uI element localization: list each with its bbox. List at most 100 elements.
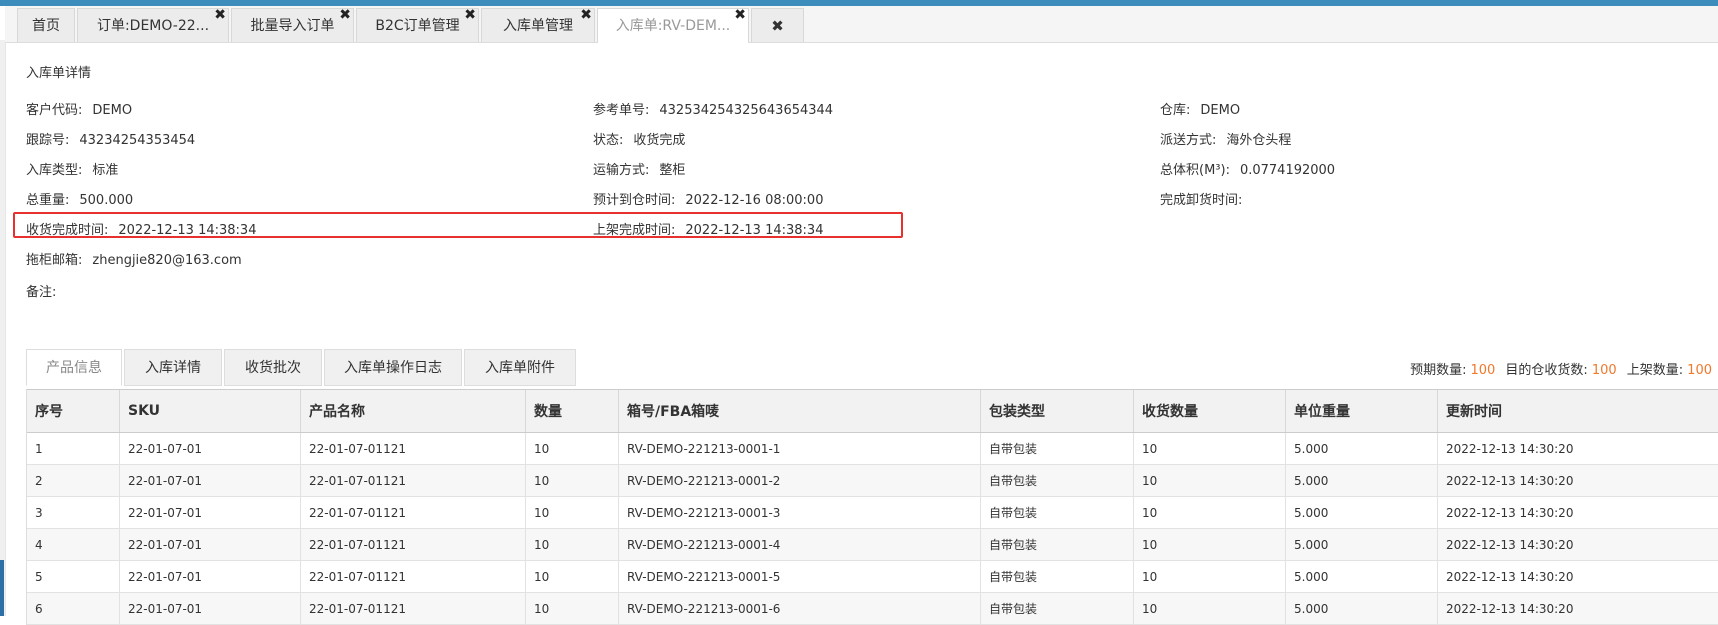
tab-attachments[interactable]: 入库单附件 [464,349,576,386]
field-label: 备注: [26,285,57,300]
field-remark: 备注: [26,281,66,300]
cell-product-name: 22-01-07-01121 [301,529,526,560]
field-warehouse: 仓库: DEMO [1160,99,1240,118]
cell-product-name: 22-01-07-01121 [301,465,526,496]
left-sidebar-marker [0,560,4,616]
field-value: DEMO [1200,103,1241,118]
table-row[interactable]: 2 22-01-07-01 22-01-07-01121 10 RV-DEMO-… [27,465,1718,497]
field-value: zhengjie820@163.com [92,253,242,268]
expected-qty-label: 预期数量: [1410,363,1467,378]
cell-index: 2 [27,465,120,496]
field-inbound-type: 入库类型: 标准 [26,159,118,178]
cell-sku: 22-01-07-01 [120,433,301,464]
cell-sku: 22-01-07-01 [120,529,301,560]
close-icon[interactable]: ✖ [464,9,476,32]
field-unload-complete-time: 完成卸货时间: [1160,189,1252,208]
column-header[interactable]: 箱号/FBA箱唛 [619,390,981,432]
tab-receive-batches[interactable]: 收货批次 [224,349,322,386]
field-label: 总重量: [26,193,70,208]
field-label: 完成卸货时间: [1160,193,1243,208]
received-qty-value: 100 [1591,363,1617,378]
field-value: 0.0774192000 [1239,163,1336,178]
table-row[interactable]: 5 22-01-07-01 22-01-07-01121 10 RV-DEMO-… [27,561,1718,593]
cell-unit-weight: 5.000 [1286,497,1438,528]
cell-sku: 22-01-07-01 [120,465,301,496]
field-value: DEMO [92,103,133,118]
field-label: 客户代码: [26,103,83,118]
table-row[interactable]: 1 22-01-07-01 22-01-07-01121 10 RV-DEMO-… [27,433,1718,465]
cell-quantity: 10 [526,433,619,464]
column-header[interactable]: 数量 [526,390,619,432]
cell-received-qty: 10 [1134,433,1286,464]
cell-index: 1 [27,433,120,464]
cell-updated-time: 2022-12-13 14:30:20 [1438,433,1718,464]
table-header-row: 序号 SKU 产品名称 数量 箱号/FBA箱唛 包装类型 收货数量 单位重量 更… [27,390,1718,433]
quantity-summary: 预期数量: 100 目的仓收货数: 100 上架数量: 100 [1410,359,1718,378]
table-row[interactable]: 3 22-01-07-01 22-01-07-01121 10 RV-DEMO-… [27,497,1718,529]
close-all-icon: ✖ [771,17,784,35]
cell-package-type: 自带包装 [981,465,1134,496]
field-value: 2022-12-16 08:00:00 [685,193,824,208]
table-row[interactable]: 6 22-01-07-01 22-01-07-01121 10 RV-DEMO-… [27,593,1718,625]
close-icon[interactable]: ✖ [214,9,226,32]
field-delivery-method: 派送方式: 海外仓头程 [1160,129,1291,148]
highlight-box [13,212,903,238]
cell-sku: 22-01-07-01 [120,593,301,624]
field-reference-no: 参考单号: 432534254325643654344 [593,99,833,118]
tab-label: B2C订单管理 [375,18,460,34]
cell-index: 3 [27,497,120,528]
tab-home[interactable]: 首页 [17,8,75,42]
cell-index: 6 [27,593,120,624]
cell-received-qty: 10 [1134,529,1286,560]
tab-inbound-details[interactable]: 入库详情 [124,349,222,386]
tab-batch-import-orders[interactable]: 批量导入订单 ✖ [231,8,354,42]
cell-box-no: RV-DEMO-221213-0001-5 [619,561,981,592]
cell-quantity: 10 [526,561,619,592]
close-icon[interactable]: ✖ [734,9,746,32]
field-value: 432534254325643654344 [659,103,834,118]
field-label: 入库类型: [26,163,83,178]
column-header[interactable]: 更新时间 [1438,390,1718,432]
cell-quantity: 10 [526,465,619,496]
received-qty-label: 目的仓收货数: [1505,363,1588,378]
cell-box-no: RV-DEMO-221213-0001-3 [619,497,981,528]
cell-package-type: 自带包装 [981,497,1134,528]
field-label: 参考单号: [593,103,650,118]
cell-package-type: 自带包装 [981,561,1134,592]
cell-quantity: 10 [526,593,619,624]
column-header[interactable]: 包装类型 [981,390,1134,432]
shelved-qty-value: 100 [1687,363,1712,378]
cell-unit-weight: 5.000 [1286,561,1438,592]
cell-unit-weight: 5.000 [1286,593,1438,624]
close-icon[interactable]: ✖ [339,9,351,32]
column-header[interactable]: 序号 [27,390,120,432]
close-icon[interactable]: ✖ [580,9,592,32]
tab-b2c-order-management[interactable]: B2C订单管理 ✖ [356,8,479,42]
field-value: 500.000 [79,193,134,208]
cell-unit-weight: 5.000 [1286,433,1438,464]
column-header[interactable]: 单位重量 [1286,390,1438,432]
cell-box-no: RV-DEMO-221213-0001-2 [619,465,981,496]
tab-inbound-management[interactable]: 入库单管理 ✖ [481,8,595,42]
tab-order-demo[interactable]: 订单:DEMO-22... ✖ [77,8,229,42]
close-all-tabs-button[interactable]: ✖ [751,8,804,42]
column-header[interactable]: 产品名称 [301,390,526,432]
cell-sku: 22-01-07-01 [120,497,301,528]
field-label: 状态: [593,133,624,148]
tab-product-info[interactable]: 产品信息 [26,349,122,386]
product-table: 序号 SKU 产品名称 数量 箱号/FBA箱唛 包装类型 收货数量 单位重量 更… [26,389,1718,625]
cell-package-type: 自带包装 [981,433,1134,464]
cell-box-no: RV-DEMO-221213-0001-6 [619,593,981,624]
tab-operation-log[interactable]: 入库单操作日志 [324,349,462,386]
tab-inbound-detail[interactable]: 入库单:RV-DEM... ✖ [597,8,749,43]
field-label: 跟踪号: [26,133,70,148]
cell-updated-time: 2022-12-13 14:30:20 [1438,497,1718,528]
cell-product-name: 22-01-07-01121 [301,593,526,624]
shelved-qty-label: 上架数量: [1626,363,1684,378]
column-header[interactable]: 收货数量 [1134,390,1286,432]
cell-quantity: 10 [526,497,619,528]
column-header[interactable]: SKU [120,390,301,432]
table-row[interactable]: 4 22-01-07-01 22-01-07-01121 10 RV-DEMO-… [27,529,1718,561]
cell-index: 4 [27,529,120,560]
cell-package-type: 自带包装 [981,593,1134,624]
